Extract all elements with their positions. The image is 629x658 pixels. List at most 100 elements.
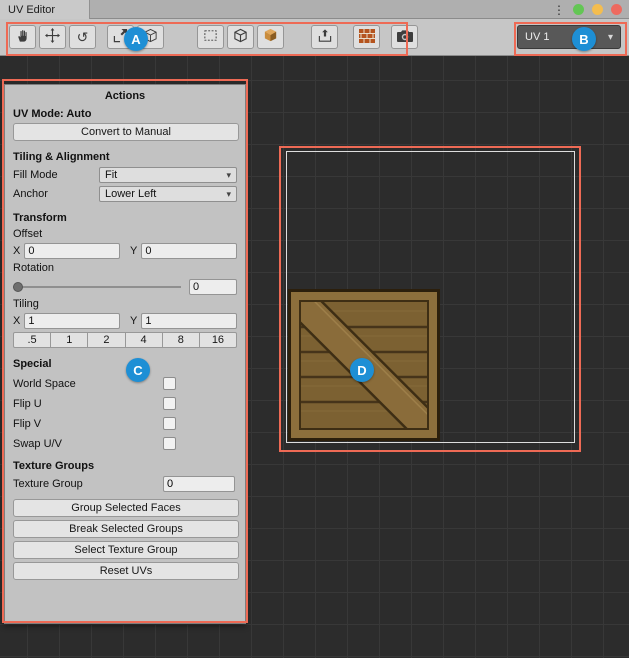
scale-icon <box>113 28 128 46</box>
camera-icon <box>397 29 413 46</box>
rotation-value-field[interactable] <box>189 279 237 295</box>
fill-mode-label: Fill Mode <box>13 169 99 181</box>
world-space-row: World Space <box>13 377 237 390</box>
edge-mode-button[interactable] <box>227 25 254 49</box>
anchor-label: Anchor <box>13 188 99 200</box>
flip-u-checkbox[interactable] <box>163 397 176 410</box>
fill-mode-dropdown[interactable]: Fit ▾ <box>99 167 237 183</box>
title-bar: UV Editor ⋮ <box>0 0 629 19</box>
uv-canvas[interactable]: Actions UV Mode: Auto Convert to Manual … <box>0 56 629 658</box>
offset-label: Offset <box>13 228 237 240</box>
texture-group-row: Texture Group <box>13 476 237 492</box>
anchor-value: Lower Left <box>105 188 156 200</box>
texture-group-label: Texture Group <box>13 478 163 490</box>
uv-mode-label: UV Mode: Auto <box>13 108 237 120</box>
uv-channel-dropdown[interactable]: UV 1 ▾ <box>517 25 621 49</box>
tiling-y-field[interactable] <box>141 313 237 329</box>
world-space-checkbox[interactable] <box>163 377 176 390</box>
face-mode-button[interactable] <box>257 25 284 49</box>
chevron-down-icon: ▾ <box>226 189 231 200</box>
rotation-label: Rotation <box>13 262 237 274</box>
fill-mode-value: Fit <box>105 169 117 181</box>
project-uvs-button[interactable] <box>311 25 338 49</box>
chevron-down-icon: ▾ <box>226 170 231 181</box>
window-dot-red-icon[interactable] <box>611 4 622 15</box>
marquee-select-button[interactable] <box>197 25 224 49</box>
flip-u-row: Flip U <box>13 397 237 410</box>
window-dot-green-icon[interactable] <box>573 4 584 15</box>
flip-v-row: Flip V <box>13 417 237 430</box>
window-controls: ⋮ <box>553 0 622 19</box>
preset-8-button[interactable]: 8 <box>162 332 200 348</box>
rotate-tool-button[interactable]: ↺ <box>69 25 96 49</box>
flip-u-label: Flip U <box>13 398 163 410</box>
overflow-menu-icon[interactable]: ⋮ <box>553 4 565 16</box>
preset-2-button[interactable]: 2 <box>87 332 125 348</box>
bricks-icon <box>359 29 375 46</box>
window-title: UV Editor <box>8 4 55 16</box>
crate-texture-image <box>288 289 440 441</box>
element-mode-button[interactable] <box>137 25 164 49</box>
tab-uv-editor[interactable]: UV Editor <box>0 0 90 19</box>
cube-edge-icon <box>233 28 248 46</box>
rotation-slider[interactable] <box>13 281 181 293</box>
rotate-icon: ↺ <box>77 30 89 44</box>
offset-x-label: X <box>13 245 20 257</box>
uv-unit-rect <box>286 151 575 443</box>
window-dot-yellow-icon[interactable] <box>592 4 603 15</box>
tiling-presets: .5 1 2 4 8 16 <box>13 332 237 348</box>
cube-face-icon <box>263 28 278 46</box>
transform-header: Transform <box>13 212 237 224</box>
texture-preview-button[interactable] <box>353 25 380 49</box>
fill-mode-row: Fill Mode Fit ▾ <box>13 167 237 183</box>
marquee-icon <box>203 28 218 46</box>
select-texture-group-button[interactable]: Select Texture Group <box>13 541 239 559</box>
tiling-label: Tiling <box>13 298 237 310</box>
tiling-x-label: X <box>13 315 20 327</box>
rotation-row <box>13 279 237 295</box>
screenshot-button[interactable] <box>391 25 418 49</box>
texture-groups-header: Texture Groups <box>13 460 237 472</box>
flip-v-label: Flip V <box>13 418 163 430</box>
offset-row: X Y <box>13 243 237 259</box>
special-header: Special <box>13 358 237 370</box>
convert-to-manual-button[interactable]: Convert to Manual <box>13 123 239 141</box>
crate-texture[interactable] <box>288 289 440 441</box>
tiling-alignment-header: Tiling & Alignment <box>13 151 237 163</box>
preset-4-button[interactable]: 4 <box>125 332 163 348</box>
tiling-x-field[interactable] <box>24 313 120 329</box>
pan-tool-button[interactable] <box>9 25 36 49</box>
tiling-row: X Y <box>13 313 237 329</box>
flip-v-checkbox[interactable] <box>163 417 176 430</box>
preset-16-button[interactable]: 16 <box>199 332 237 348</box>
cube-wireframe-icon <box>143 28 158 46</box>
swap-uv-row: Swap U/V <box>13 437 237 450</box>
offset-x-field[interactable] <box>24 243 120 259</box>
actions-panel: Actions UV Mode: Auto Convert to Manual … <box>4 84 246 624</box>
break-selected-groups-button[interactable]: Break Selected Groups <box>13 520 239 538</box>
offset-y-field[interactable] <box>141 243 237 259</box>
rotation-slider-knob[interactable] <box>13 282 23 292</box>
world-space-label: World Space <box>13 378 163 390</box>
offset-y-label: Y <box>130 245 137 257</box>
scale-tool-button[interactable] <box>107 25 134 49</box>
toolbar: ↺ UV 1 ▾ <box>0 19 629 56</box>
reset-uvs-button[interactable]: Reset UVs <box>13 562 239 580</box>
move-arrows-icon <box>45 28 60 46</box>
preset-half-button[interactable]: .5 <box>13 332 51 348</box>
hand-icon <box>15 28 30 46</box>
texture-group-field[interactable] <box>163 476 235 492</box>
group-selected-faces-button[interactable]: Group Selected Faces <box>13 499 239 517</box>
rotation-slider-track <box>13 286 181 288</box>
anchor-row: Anchor Lower Left ▾ <box>13 186 237 202</box>
preset-1-button[interactable]: 1 <box>50 332 88 348</box>
swap-uv-label: Swap U/V <box>13 438 163 450</box>
box-arrow-icon <box>317 28 333 46</box>
move-tool-button[interactable] <box>39 25 66 49</box>
swap-uv-checkbox[interactable] <box>163 437 176 450</box>
tool-buttons: ↺ <box>9 25 418 49</box>
panel-title: Actions <box>5 90 245 102</box>
tiling-y-label: Y <box>130 315 137 327</box>
chevron-down-icon: ▾ <box>608 32 613 43</box>
anchor-dropdown[interactable]: Lower Left ▾ <box>99 186 237 202</box>
